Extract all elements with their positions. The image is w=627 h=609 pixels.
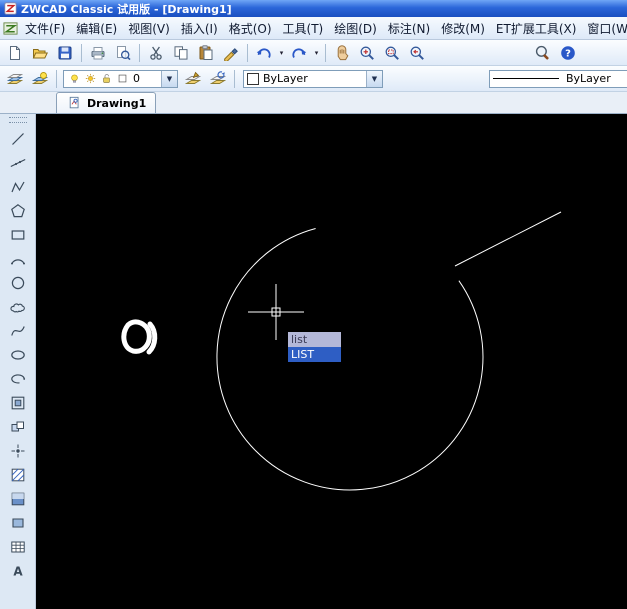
zoom-window-icon[interactable] [380,42,404,64]
matchprops-icon[interactable] [219,42,243,64]
menu-item-8[interactable]: 修改(M) [436,18,490,39]
title-bar: ZWCAD Classic 试用版 - [Drawing1] [0,0,627,17]
chevron-down-icon[interactable]: ▼ [366,70,382,87]
rectangle-icon[interactable] [5,223,31,247]
help-icon[interactable]: ? [556,42,580,64]
draw-toolbar: A [0,114,36,609]
dropdown-arrow-icon[interactable]: ▾ [312,43,321,63]
make-layer-current-icon[interactable] [181,68,205,90]
layer-combo-value: 0 [133,72,140,85]
pan-icon[interactable] [330,42,354,64]
menu-item-2[interactable]: 视图(V) [123,18,175,39]
table-icon[interactable] [5,535,31,559]
layer-tool-icons [3,68,52,90]
layer-previous-icon[interactable] [206,68,230,90]
menu-item-5[interactable]: 工具(T) [278,18,329,39]
undo-icon[interactable] [252,42,276,64]
drawing-file-icon [66,95,83,112]
app-logo-icon [4,2,17,15]
swatch-icon [115,71,130,87]
document-tab-bar: Drawing1 [0,92,627,114]
copy-icon[interactable] [169,42,193,64]
zwcad-menu-icon[interactable] [3,19,18,37]
properties-toolbar: 0 ▼ ByLayer ▼ ByLayer [0,66,627,92]
menu-item-3[interactable]: 插入(I) [176,18,223,39]
sun-icon [83,71,98,87]
gradient-icon[interactable] [5,487,31,511]
menu-item-10[interactable]: 窗口(W) [582,18,627,39]
arc-icon[interactable] [5,247,31,271]
linetype-combo[interactable]: ByLayer [489,69,627,88]
layer-states-icon[interactable] [28,68,52,90]
chevron-down-icon[interactable]: ▼ [161,70,177,87]
ellipse-icon[interactable] [5,343,31,367]
preview-icon[interactable] [111,42,135,64]
plot-icon[interactable] [86,42,110,64]
redo-icon[interactable] [287,42,311,64]
menu-item-6[interactable]: 绘图(D) [329,18,382,39]
layer-action-icons [181,68,230,90]
spline-icon[interactable] [5,319,31,343]
current-color-swatch [247,72,259,85]
toolbar-separator [81,43,82,62]
command-input-text: list [288,332,341,347]
polygon-icon[interactable] [5,199,31,223]
zoom-previous-icon[interactable] [405,42,429,64]
find-icon[interactable] [531,42,555,64]
menu-item-4[interactable]: 格式(O) [224,18,277,39]
toolbar-separator [234,69,235,88]
toolbar-spacer [430,52,530,53]
menu-bar-items: 文件(F) 编辑(E) 视图(V) 插入(I) 格式(O) 工具(T) 绘图(D) 标注(N)… [20,18,627,39]
ellipse-arc-icon[interactable] [5,367,31,391]
svg-text:A: A [13,565,23,579]
linetype-combo-value: ByLayer [566,72,611,85]
menu-item-1[interactable]: 编辑(E) [71,18,122,39]
toolbar-separator [56,69,57,88]
layer-state-glyphs [67,71,130,87]
window-title: ZWCAD Classic 试用版 - [Drawing1] [21,2,232,16]
linetype-sample-line [493,78,559,79]
polyline-icon[interactable] [5,175,31,199]
menu-item-7[interactable]: 标注(N) [383,18,435,39]
make-block-icon[interactable] [5,415,31,439]
color-combo-value: ByLayer [263,72,308,85]
hatch-icon[interactable] [5,463,31,487]
zoom-realtime-icon[interactable] [355,42,379,64]
color-combo[interactable]: ByLayer ▼ [243,69,383,88]
menu-item-9[interactable]: ET扩展工具(X) [491,18,582,39]
line-icon[interactable] [5,127,31,151]
menu-bar: 文件(F) 编辑(E) 视图(V) 插入(I) 格式(O) 工具(T) 绘图(D) 标注(N)… [0,17,627,40]
region-icon[interactable] [5,511,31,535]
tab-label: Drawing1 [87,96,147,110]
menu-item-0[interactable]: 文件(F) [20,18,70,39]
save-icon[interactable] [53,42,77,64]
layer-combo[interactable]: 0 ▼ [63,69,178,88]
layer-properties-icon[interactable] [3,68,27,90]
autocomplete-suggestion-list[interactable]: LIST [288,347,341,362]
toolbar-separator [325,43,326,62]
mtext-icon[interactable]: A [5,559,31,583]
point-icon[interactable] [5,439,31,463]
document-tab[interactable]: Drawing1 [56,92,157,113]
svg-text:?: ? [565,48,571,59]
circle-icon[interactable] [5,271,31,295]
new-icon[interactable] [3,42,27,64]
document-tabs: Drawing1 [56,92,157,113]
toolbar-separator [247,43,248,62]
cut-icon[interactable] [144,42,168,64]
revcloud-icon[interactable] [5,295,31,319]
xline-icon[interactable] [5,151,31,175]
draw-tool-icons: A [5,127,31,583]
bulb-on-icon [67,71,82,87]
toolbar-drag-handle[interactable] [8,117,27,123]
standard-toolbar: ▾ ▾? [0,40,627,66]
command-autocomplete: list LIST [288,332,341,362]
insert-block-icon[interactable] [5,391,31,415]
toolbar-separator [139,43,140,62]
open-icon[interactable] [28,42,52,64]
dropdown-arrow-icon[interactable]: ▾ [277,43,286,63]
unlock-icon [99,71,114,87]
paste-icon[interactable] [194,42,218,64]
